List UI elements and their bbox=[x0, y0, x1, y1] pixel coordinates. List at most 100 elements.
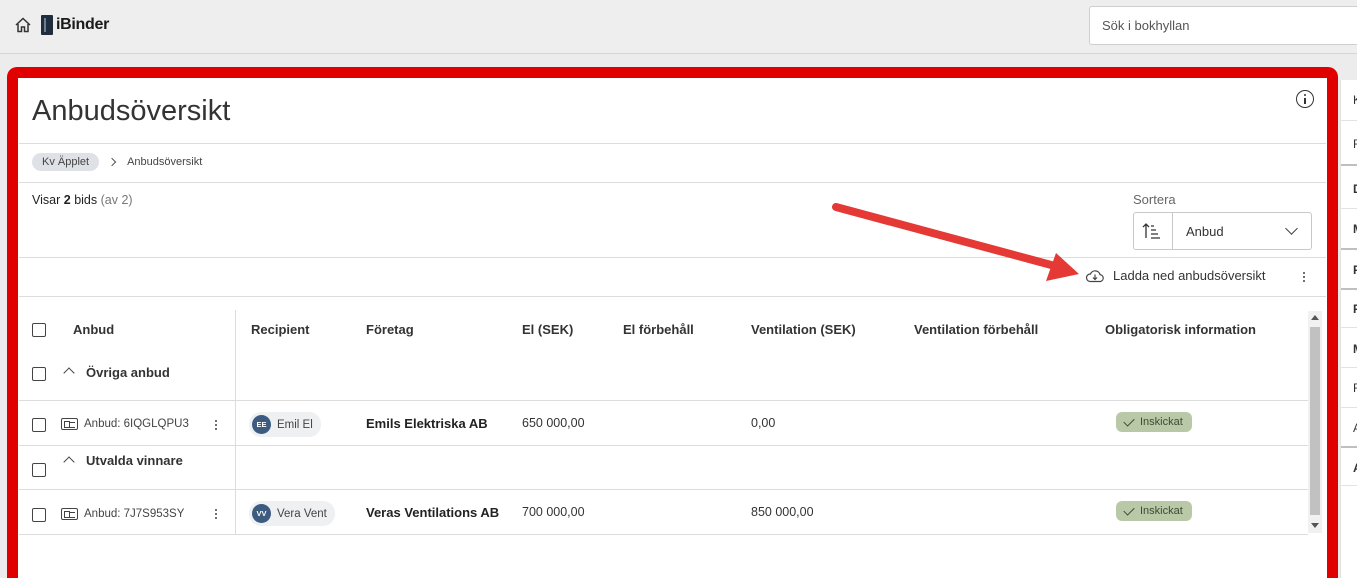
side-panel-item[interactable]: K bbox=[1353, 93, 1357, 107]
column-divider bbox=[235, 489, 236, 534]
avatar: VV bbox=[252, 504, 271, 523]
status-label: Inskickat bbox=[1140, 416, 1183, 428]
table-scrollbar[interactable] bbox=[1308, 311, 1322, 533]
breadcrumb-item-current: Anbudsöversikt bbox=[127, 156, 203, 168]
divider bbox=[1341, 485, 1357, 486]
chevron-up-icon[interactable] bbox=[63, 456, 75, 468]
sort-select[interactable]: Anbud bbox=[1133, 212, 1312, 250]
row-checkbox[interactable] bbox=[32, 508, 46, 522]
side-panel-item[interactable]: A bbox=[1353, 461, 1357, 475]
download-label: Ladda ned anbudsöversikt bbox=[1113, 268, 1266, 283]
side-panel-item[interactable]: M bbox=[1353, 222, 1357, 236]
column-header-el[interactable]: El (SEK) bbox=[522, 322, 573, 337]
info-icon[interactable] bbox=[1296, 90, 1314, 108]
row-checkbox[interactable] bbox=[32, 418, 46, 432]
status-label: Inskickat bbox=[1140, 505, 1183, 517]
column-header-el-forbehall[interactable]: El förbehåll bbox=[623, 322, 694, 337]
download-bid-overview-button[interactable]: Ladda ned anbudsöversikt bbox=[1085, 268, 1266, 283]
divider bbox=[19, 143, 1326, 144]
recipient-name: Emil El bbox=[277, 418, 313, 431]
bid-overview-card: Anbudsöversikt Kv Äpplet Anbudsöversikt … bbox=[19, 79, 1326, 578]
side-panel: K R D M F F M F A A bbox=[1340, 80, 1357, 578]
home-icon[interactable] bbox=[14, 16, 32, 34]
group-label: Utvalda vinnare bbox=[86, 453, 183, 468]
column-header-obligatorisk[interactable]: Obligatorisk information bbox=[1105, 322, 1256, 337]
company-name: Veras Ventilations AB bbox=[366, 505, 500, 520]
kebab-menu-icon[interactable] bbox=[214, 420, 218, 432]
side-panel-item[interactable]: R bbox=[1353, 137, 1357, 151]
company-name: Emils Elektriska AB bbox=[366, 416, 488, 431]
search-input[interactable] bbox=[1089, 6, 1357, 45]
recipient-chip[interactable]: VV Vera Vent bbox=[249, 501, 335, 526]
id-card-icon bbox=[61, 508, 78, 520]
bid-id: Anbud: 7J7S953SY bbox=[84, 508, 185, 520]
side-panel-item[interactable]: F bbox=[1353, 263, 1357, 277]
kebab-menu-icon[interactable] bbox=[1302, 272, 1306, 284]
checkmark-icon bbox=[1123, 414, 1135, 427]
scroll-down-arrow[interactable] bbox=[1311, 523, 1319, 528]
side-panel-item[interactable]: F bbox=[1353, 302, 1357, 316]
scroll-thumb[interactable] bbox=[1310, 327, 1320, 515]
breadcrumb-item-project[interactable]: Kv Äpplet bbox=[32, 153, 100, 171]
row-divider bbox=[19, 445, 1308, 446]
row-divider bbox=[19, 400, 1308, 401]
status-badge: Inskickat bbox=[1116, 501, 1192, 521]
divider bbox=[1341, 327, 1357, 328]
group-checkbox[interactable] bbox=[32, 463, 46, 477]
result-count: Visar 2 bids (av 2) bbox=[32, 193, 133, 207]
chevron-up-icon[interactable] bbox=[63, 367, 75, 379]
row-divider bbox=[19, 489, 1308, 490]
divider bbox=[1341, 446, 1357, 448]
sort-direction-button[interactable] bbox=[1134, 213, 1173, 249]
column-divider bbox=[235, 310, 236, 400]
divider bbox=[1341, 248, 1357, 250]
side-panel-item[interactable]: M bbox=[1353, 342, 1357, 356]
sort-label: Sortera bbox=[1133, 192, 1176, 207]
ibinder-logo[interactable]: iBinder bbox=[41, 14, 109, 36]
breadcrumb: Kv Äpplet Anbudsöversikt bbox=[32, 153, 202, 171]
side-panel-item[interactable]: D bbox=[1353, 182, 1357, 196]
chevron-down-icon bbox=[1285, 222, 1298, 235]
column-header-ventilation[interactable]: Ventilation (SEK) bbox=[751, 322, 856, 337]
result-count-unit: bids bbox=[74, 193, 98, 207]
row-divider bbox=[19, 534, 1308, 535]
ventilation-amount: 0,00 bbox=[751, 416, 776, 430]
result-count-prefix: Visar bbox=[32, 193, 61, 207]
divider bbox=[1341, 120, 1357, 121]
checkmark-icon bbox=[1123, 503, 1135, 516]
ventilation-amount: 850 000,00 bbox=[751, 505, 814, 519]
bid-link[interactable]: Anbud: 7J7S953SY bbox=[61, 508, 184, 520]
group-label: Övriga anbud bbox=[86, 365, 170, 380]
column-header-ventilation-forbehall[interactable]: Ventilation förbehåll bbox=[914, 322, 1038, 337]
side-panel-item[interactable]: F bbox=[1353, 381, 1357, 395]
divider bbox=[1341, 367, 1357, 368]
recipient-name: Vera Vent bbox=[277, 507, 327, 520]
divider bbox=[1341, 208, 1357, 209]
el-amount: 700 000,00 bbox=[522, 505, 585, 519]
select-all-checkbox[interactable] bbox=[32, 323, 46, 337]
column-divider bbox=[235, 445, 236, 489]
status-badge: Inskickat bbox=[1116, 412, 1192, 432]
app-name: iBinder bbox=[56, 16, 110, 33]
result-count-number: 2 bbox=[63, 193, 71, 207]
column-header-foretag[interactable]: Företag bbox=[366, 322, 414, 337]
avatar: EE bbox=[252, 415, 271, 434]
divider bbox=[19, 182, 1326, 183]
divider bbox=[1341, 164, 1357, 166]
kebab-menu-icon[interactable] bbox=[214, 509, 218, 521]
page-title: Anbudsöversikt bbox=[32, 95, 231, 127]
scroll-up-arrow[interactable] bbox=[1311, 315, 1319, 320]
group-checkbox[interactable] bbox=[32, 367, 46, 381]
sort-ascending-icon bbox=[1142, 223, 1160, 239]
side-panel-item[interactable]: A bbox=[1353, 421, 1357, 435]
divider bbox=[1341, 288, 1357, 290]
bid-link[interactable]: Anbud: 6IQGLQPU3 bbox=[61, 418, 189, 430]
column-header-recipient[interactable]: Recipient bbox=[251, 322, 310, 337]
el-amount: 650 000,00 bbox=[522, 416, 585, 430]
column-header-anbud[interactable]: Anbud bbox=[73, 322, 114, 337]
recipient-chip[interactable]: EE Emil El bbox=[249, 412, 321, 437]
cloud-download-icon bbox=[1085, 269, 1104, 282]
bid-id: Anbud: 6IQGLQPU3 bbox=[84, 418, 189, 430]
top-bar: iBinder bbox=[0, 0, 1357, 54]
divider bbox=[1341, 407, 1357, 408]
